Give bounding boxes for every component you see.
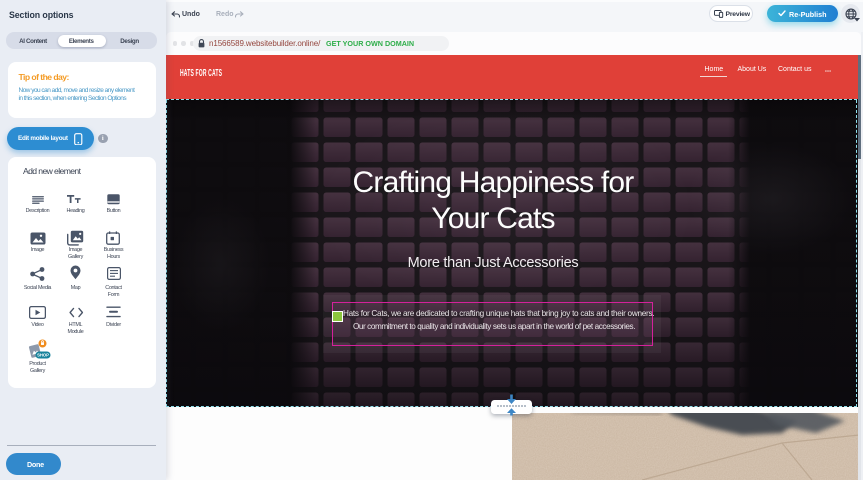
- svg-text:SHOP: SHOP: [37, 353, 49, 358]
